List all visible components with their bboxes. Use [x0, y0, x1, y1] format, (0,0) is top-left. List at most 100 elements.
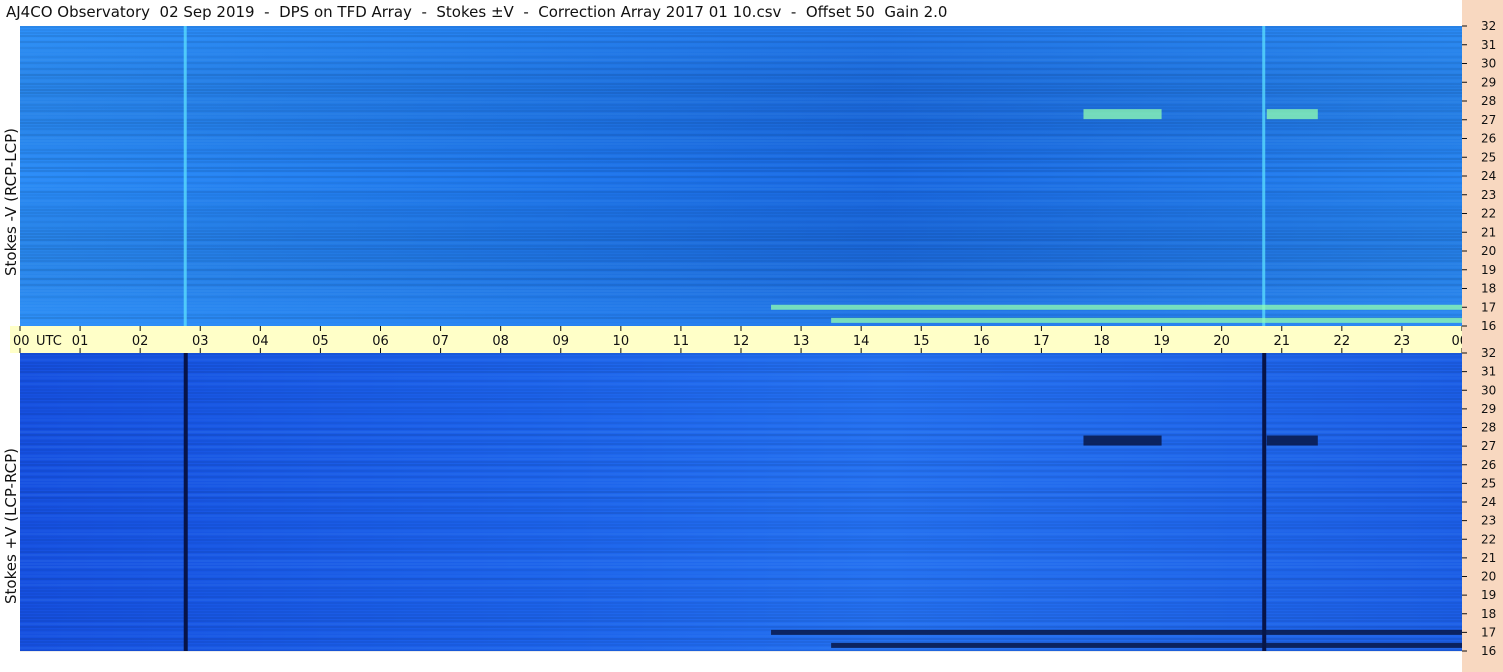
- x-tick-label: 07: [432, 334, 449, 349]
- y-tick-label: 24: [1481, 169, 1496, 183]
- texture-stripe: [20, 209, 1462, 211]
- texture-stripe: [20, 494, 1462, 496]
- texture-stripe: [20, 263, 1462, 265]
- texture-stripe: [20, 251, 1462, 253]
- texture-stripe: [20, 563, 1462, 565]
- texture-stripe: [20, 260, 1462, 262]
- texture-stripe: [20, 404, 1462, 406]
- y-tick-label: 31: [1481, 365, 1496, 379]
- texture-stripe: [20, 119, 1462, 121]
- texture-stripe: [20, 287, 1462, 289]
- texture-stripe: [20, 65, 1462, 67]
- x-tick-label: 03: [192, 334, 209, 349]
- texture-stripe: [20, 89, 1462, 91]
- texture-stripe: [20, 431, 1462, 433]
- x-unit-label: UTC: [36, 334, 62, 349]
- texture-stripe: [20, 422, 1462, 424]
- texture-stripe: [20, 497, 1462, 499]
- y-tick-label: 18: [1481, 607, 1496, 621]
- y-tick-label: 27: [1481, 113, 1496, 127]
- texture-stripe: [20, 611, 1462, 613]
- texture-stripe: [20, 182, 1462, 184]
- x-tick-label: 10: [613, 334, 630, 349]
- y-tick-label: 22: [1481, 532, 1496, 546]
- texture-stripe: [20, 386, 1462, 388]
- texture-stripe: [20, 587, 1462, 589]
- x-tick-label: 05: [312, 334, 329, 349]
- texture-stripe: [20, 281, 1462, 283]
- texture-stripe: [20, 254, 1462, 256]
- texture-stripe: [20, 512, 1462, 514]
- texture-stripe: [20, 464, 1462, 466]
- signal-feature: [1083, 109, 1162, 120]
- texture-stripe: [20, 419, 1462, 421]
- texture-stripe: [20, 179, 1462, 181]
- texture-stripe: [20, 374, 1462, 376]
- y-tick-label: 32: [1481, 346, 1496, 360]
- texture-stripe: [20, 470, 1462, 472]
- texture-stripe: [20, 515, 1462, 517]
- texture-stripe: [20, 641, 1462, 643]
- y-tick-label: 25: [1481, 476, 1496, 490]
- signal-feature: [1083, 435, 1162, 446]
- texture-stripe: [20, 539, 1462, 541]
- y-tick-label: 30: [1481, 57, 1496, 71]
- texture-stripe: [20, 194, 1462, 196]
- vertical-interference-line: [1262, 26, 1266, 326]
- texture-stripe: [20, 524, 1462, 526]
- texture-stripe: [20, 77, 1462, 79]
- x-tick-label: 04: [252, 334, 269, 349]
- y-tick-label: 29: [1481, 75, 1496, 89]
- texture-stripe: [20, 164, 1462, 166]
- texture-stripe: [20, 518, 1462, 520]
- texture-stripe: [20, 152, 1462, 154]
- x-tick-label: 20: [1213, 334, 1230, 349]
- texture-stripe: [20, 35, 1462, 37]
- texture-stripe: [20, 176, 1462, 178]
- texture-stripe: [20, 353, 1462, 355]
- y-tick-label: 22: [1481, 207, 1496, 221]
- texture-stripe: [20, 602, 1462, 604]
- texture-stripe: [20, 239, 1462, 241]
- texture-stripe: [20, 449, 1462, 451]
- texture-stripe: [20, 590, 1462, 592]
- texture-stripe: [20, 476, 1462, 478]
- texture-stripe: [20, 233, 1462, 235]
- y-tick-label: 31: [1481, 38, 1496, 52]
- texture-stripe: [20, 362, 1462, 364]
- texture-stripe: [20, 146, 1462, 148]
- signal-feature: [771, 629, 1462, 635]
- texture-stripe: [20, 167, 1462, 169]
- texture-stripe: [20, 503, 1462, 505]
- texture-stripe: [20, 269, 1462, 271]
- texture-stripe: [20, 407, 1462, 409]
- texture-stripe: [20, 74, 1462, 76]
- y-tick-label: 26: [1481, 132, 1496, 146]
- texture-stripe: [20, 275, 1462, 277]
- texture-stripe: [20, 221, 1462, 223]
- texture-stripe: [20, 41, 1462, 43]
- texture-stripe: [20, 215, 1462, 217]
- texture-stripe: [20, 569, 1462, 571]
- texture-stripe: [20, 272, 1462, 274]
- texture-stripe: [20, 125, 1462, 127]
- texture-stripe: [20, 32, 1462, 34]
- texture-stripe: [20, 566, 1462, 568]
- texture-stripe: [20, 437, 1462, 439]
- vertical-interference-line: [1262, 353, 1267, 651]
- x-tick-label: 18: [1093, 334, 1110, 349]
- x-tick-label: 08: [492, 334, 509, 349]
- x-tick-label: 12: [733, 334, 750, 349]
- texture-stripe: [20, 314, 1462, 316]
- texture-stripe: [20, 200, 1462, 202]
- texture-stripe: [20, 533, 1462, 535]
- y-tick-label: 20: [1481, 244, 1496, 258]
- texture-stripe: [20, 101, 1462, 103]
- texture-stripe: [20, 554, 1462, 556]
- texture-stripe: [20, 104, 1462, 106]
- x-tick-label: 06: [372, 334, 389, 349]
- texture-stripe: [20, 428, 1462, 430]
- texture-stripe: [20, 140, 1462, 142]
- x-tick-label: 19: [1153, 334, 1170, 349]
- texture-stripe: [20, 479, 1462, 481]
